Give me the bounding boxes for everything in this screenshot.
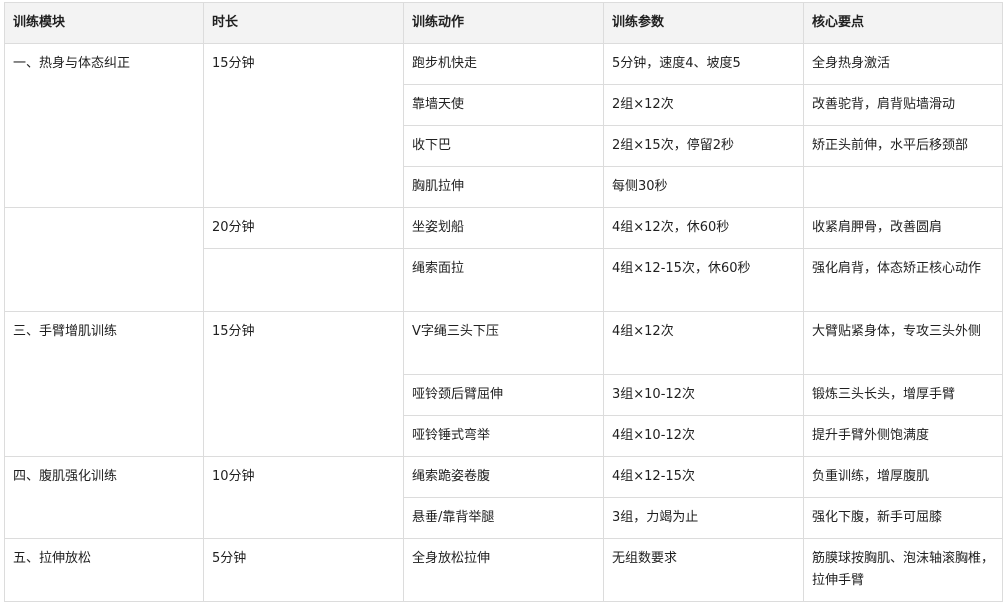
module-cell — [4, 207, 204, 312]
params-cell: 4组×12次 — [603, 311, 804, 375]
points-cell: 全身热身激活 — [803, 43, 1003, 85]
params-cell: 4组×12次，休60秒 — [603, 207, 804, 249]
params-cell: 3组，力竭为止 — [603, 497, 804, 539]
points-cell: 改善驼背，肩背贴墙滑动 — [803, 84, 1003, 126]
points-cell: 收紧肩胛骨，改善圆肩 — [803, 207, 1003, 249]
action-cell: 全身放松拉伸 — [403, 538, 604, 602]
params-cell: 4组×10-12次 — [603, 415, 804, 457]
params-cell: 2组×15次，停留2秒 — [603, 125, 804, 167]
header-duration: 时长 — [203, 2, 404, 44]
module-cell: 一、热身与体态纠正 — [4, 43, 204, 208]
module-cell: 五、拉伸放松 — [4, 538, 204, 602]
action-cell: 绳索面拉 — [403, 248, 604, 312]
header-module: 训练模块 — [4, 2, 204, 44]
points-cell: 提升手臂外侧饱满度 — [803, 415, 1003, 457]
action-cell: 坐姿划船 — [403, 207, 604, 249]
duration-cell — [203, 248, 404, 312]
header-action: 训练动作 — [403, 2, 604, 44]
training-plan-table: 训练模块 时长 训练动作 训练参数 核心要点 一、热身与体态纠正 15分钟 跑步… — [4, 2, 1003, 602]
params-cell: 3组×10-12次 — [603, 374, 804, 416]
table-header-row: 训练模块 时长 训练动作 训练参数 核心要点 — [4, 2, 1003, 44]
params-cell: 无组数要求 — [603, 538, 804, 602]
params-cell: 4组×12-15次 — [603, 456, 804, 498]
duration-cell: 15分钟 — [203, 311, 404, 457]
points-cell: 强化下腹，新手可屈膝 — [803, 497, 1003, 539]
action-cell: 收下巴 — [403, 125, 604, 167]
action-cell: V字绳三头下压 — [403, 311, 604, 375]
action-cell: 悬垂/靠背举腿 — [403, 497, 604, 539]
module-cell: 四、腹肌强化训练 — [4, 456, 204, 539]
points-cell — [803, 166, 1003, 208]
duration-cell: 20分钟 — [203, 207, 404, 249]
duration-cell: 5分钟 — [203, 538, 404, 602]
action-cell: 绳索跪姿卷腹 — [403, 456, 604, 498]
action-cell: 哑铃颈后臂屈伸 — [403, 374, 604, 416]
header-points: 核心要点 — [803, 2, 1003, 44]
table-row: 20分钟 坐姿划船 4组×12次，休60秒 收紧肩胛骨，改善圆肩 — [4, 207, 1003, 312]
module-cell: 三、手臂增肌训练 — [4, 311, 204, 457]
table-row: 三、手臂增肌训练 15分钟 V字绳三头下压 4组×12次 大臂贴紧身体，专攻三头… — [4, 311, 1003, 457]
points-cell: 锻炼三头长头，增厚手臂 — [803, 374, 1003, 416]
params-cell: 4组×12-15次，休60秒 — [603, 248, 804, 312]
points-cell: 矫正头前伸，水平后移颈部 — [803, 125, 1003, 167]
points-cell: 强化肩背，体态矫正核心动作 — [803, 248, 1003, 312]
points-cell: 负重训练，增厚腹肌 — [803, 456, 1003, 498]
table-row: 四、腹肌强化训练 10分钟 绳索跪姿卷腹 4组×12-15次 负重训练，增厚腹肌 — [4, 456, 1003, 539]
header-params: 训练参数 — [603, 2, 804, 44]
action-cell: 跑步机快走 — [403, 43, 604, 85]
action-cell: 哑铃锤式弯举 — [403, 415, 604, 457]
params-cell: 5分钟，速度4、坡度5 — [603, 43, 804, 85]
training-plan-page: 训练模块 时长 训练动作 训练参数 核心要点 一、热身与体态纠正 15分钟 跑步… — [0, 0, 1004, 602]
points-cell: 大臂贴紧身体，专攻三头外侧 — [803, 311, 1003, 375]
params-cell: 每侧30秒 — [603, 166, 804, 208]
table-row: 五、拉伸放松 5分钟 全身放松拉伸 无组数要求 筋膜球按胸肌、泡沫轴滚胸椎，拉伸… — [4, 538, 1003, 602]
action-cell: 靠墙天使 — [403, 84, 604, 126]
duration-cell: 10分钟 — [203, 456, 404, 539]
params-cell: 2组×12次 — [603, 84, 804, 126]
action-cell: 胸肌拉伸 — [403, 166, 604, 208]
points-cell: 筋膜球按胸肌、泡沫轴滚胸椎，拉伸手臂 — [803, 538, 1003, 602]
duration-cell: 15分钟 — [203, 43, 404, 208]
table-row: 一、热身与体态纠正 15分钟 跑步机快走 5分钟，速度4、坡度5 全身热身激活 — [4, 43, 1003, 208]
